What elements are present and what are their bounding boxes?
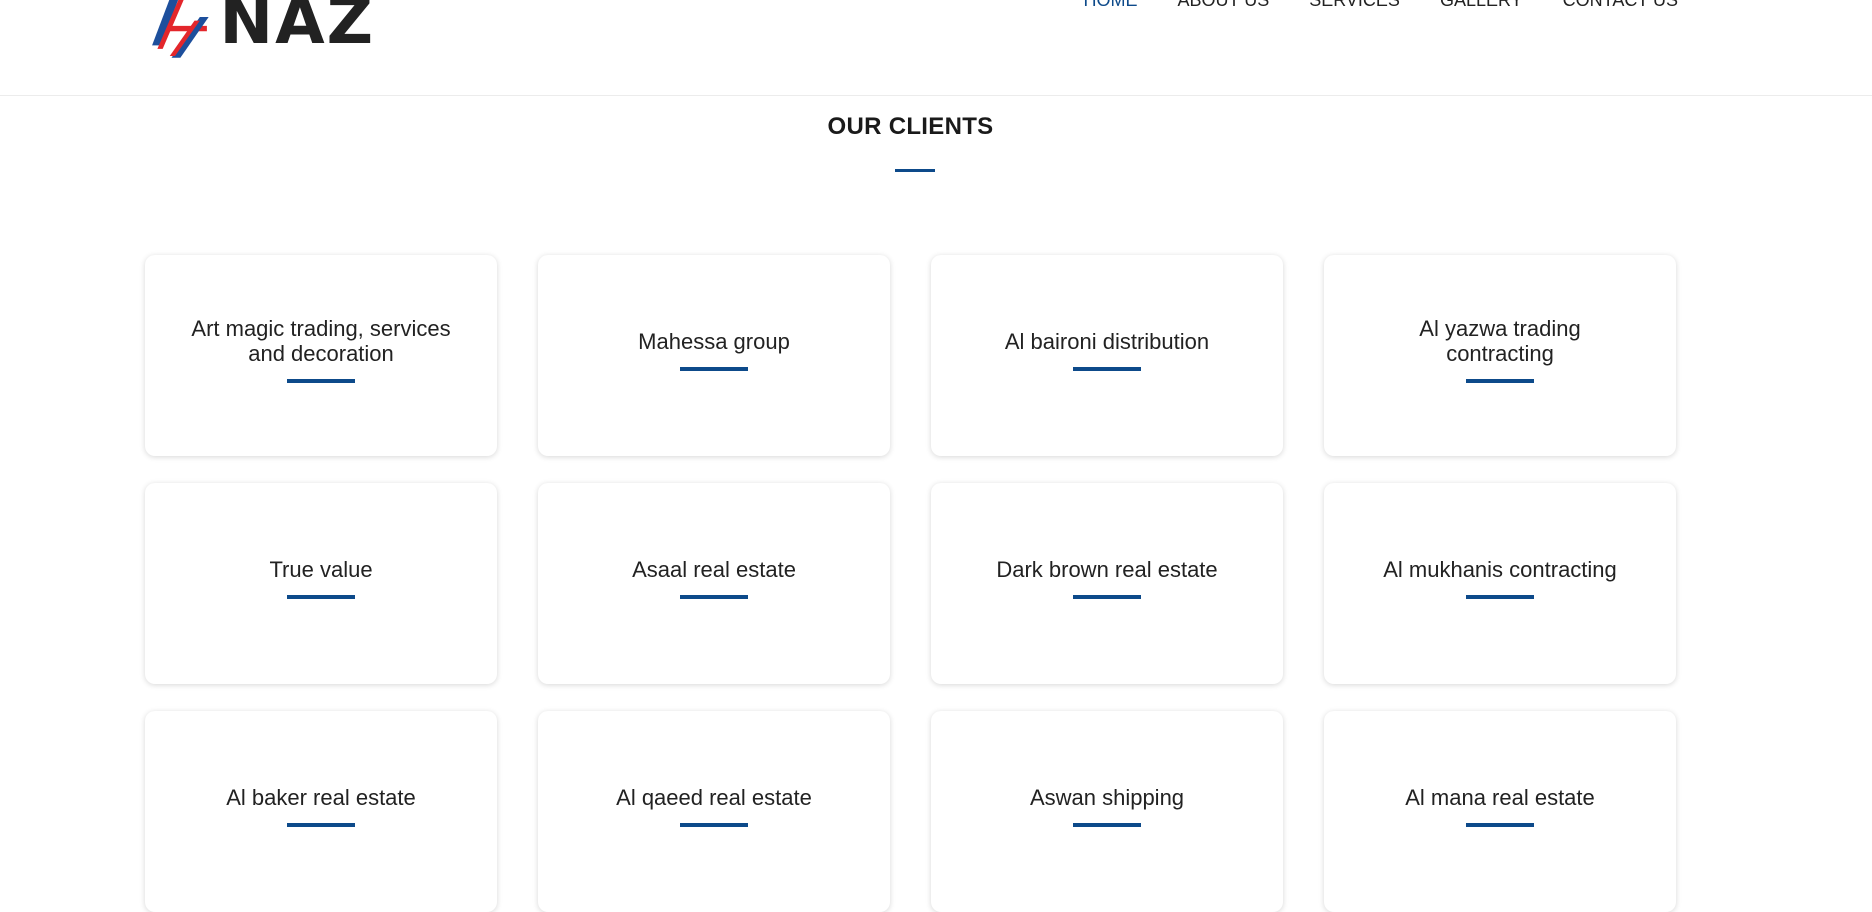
client-card: Aswan shipping (931, 711, 1283, 912)
site-header: NAZ HOME ABOUT US SERVICES GALLERY CONTA… (0, 0, 1872, 96)
card-underline (287, 379, 355, 383)
nav-about-us[interactable]: ABOUT US (1178, 0, 1270, 11)
client-name: Art magic trading, services and decorati… (191, 316, 451, 366)
client-name: Mahessa group (638, 328, 790, 354)
client-name: True value (269, 556, 373, 582)
section-title: OUR CLIENTS (827, 113, 994, 140)
client-card: True value (145, 483, 497, 684)
title-underline (895, 169, 935, 172)
nav-gallery[interactable]: GALLERY (1440, 0, 1523, 11)
card-underline (1466, 822, 1534, 827)
card-underline (680, 822, 748, 827)
card-underline (1073, 366, 1141, 371)
card-underline (1466, 594, 1534, 599)
card-underline (287, 822, 355, 827)
client-card: Asaal real estate (538, 483, 890, 684)
client-name: Al baironi distribution (1004, 328, 1210, 354)
nav-services[interactable]: SERVICES (1309, 0, 1400, 11)
card-underline (680, 594, 748, 599)
card-underline (1466, 379, 1534, 383)
client-name: Asaal real estate (632, 556, 796, 582)
client-name: Al baker real estate (226, 784, 416, 810)
client-card: Art magic trading, services and decorati… (145, 255, 497, 456)
client-card: Al mana real estate (1324, 711, 1676, 912)
client-name: Aswan shipping (1029, 784, 1185, 810)
client-name: Dark brown real estate (996, 556, 1218, 582)
client-card: Al mukhanis contracting (1324, 483, 1676, 684)
main-nav: HOME ABOUT US SERVICES GALLERY CONTACT U… (1084, 0, 1678, 11)
card-underline (1073, 594, 1141, 599)
clients-grid: Art magic trading, services and decorati… (145, 255, 1676, 912)
client-card: Al baironi distribution (931, 255, 1283, 456)
card-underline (287, 594, 355, 599)
logo-text: NAZ (219, 0, 375, 59)
client-card: Al qaeed real estate (538, 711, 890, 912)
client-card: Al yazwa trading contracting (1324, 255, 1676, 456)
nav-home[interactable]: HOME (1084, 0, 1138, 11)
card-underline (1073, 822, 1141, 827)
client-card: Mahessa group (538, 255, 890, 456)
logo-mark-icon (152, 0, 209, 58)
logo[interactable]: NAZ (145, 0, 375, 64)
client-name: Al mana real estate (1405, 784, 1595, 810)
client-name: Al yazwa trading contracting (1419, 316, 1581, 366)
client-name: Al qaeed real estate (616, 784, 812, 810)
client-card: Al baker real estate (145, 711, 497, 912)
nav-contact-us[interactable]: CONTACT US (1563, 0, 1678, 11)
client-name: Al mukhanis contracting (1383, 556, 1617, 582)
client-card: Dark brown real estate (931, 483, 1283, 684)
card-underline (680, 366, 748, 371)
